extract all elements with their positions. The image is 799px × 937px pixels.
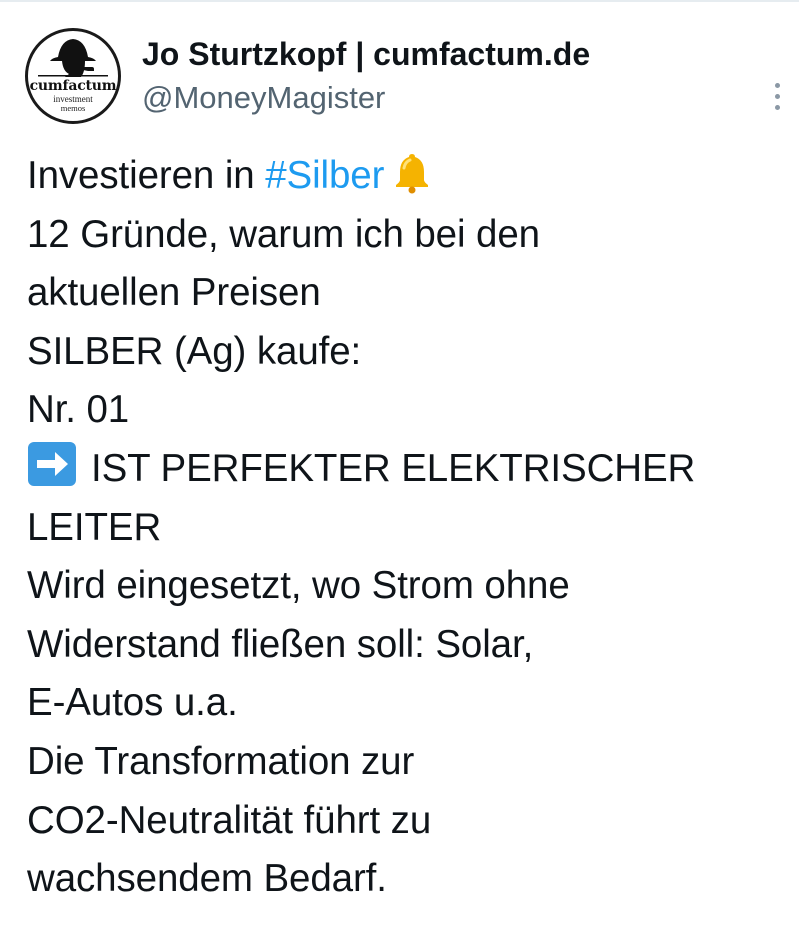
hashtag-link[interactable]: #Silber <box>265 154 384 197</box>
tweet-line: LEITER <box>27 505 162 549</box>
tweet-line-text: Investieren in <box>27 154 266 197</box>
tweet-line: Wird eingesetzt, wo Strom ohne <box>27 564 570 608</box>
tweet-text: Investieren in #Silber 12 Gründe, warum … <box>27 147 787 909</box>
user-handle[interactable]: @MoneyMagister <box>142 78 385 118</box>
tweet-line-text: IST PERFEKTER ELEKTRISCHER <box>91 446 696 490</box>
tweet-line: Widerstand fließen soll: Solar, <box>27 622 534 666</box>
tweet-line: SILBER (Ag) kaufe: <box>27 329 362 373</box>
tweet-line: 12 Gründe, warum ich bei den <box>27 212 540 256</box>
more-options-button[interactable] <box>764 79 792 115</box>
top-divider <box>0 0 799 2</box>
right-arrow-icon <box>27 441 77 487</box>
tweet-line: Nr. 01 <box>27 388 130 432</box>
tweet-line: IST PERFEKTER ELEKTRISCHER <box>27 440 787 499</box>
tweet-line: Investieren in #Silber <box>27 147 787 206</box>
tweet-line: CO2-Neutralität führt zu <box>27 798 432 842</box>
display-name[interactable]: Jo Sturtzkopf | cumfactum.de <box>142 34 590 74</box>
tweet-line: E-Autos u.a. <box>27 681 238 725</box>
tweet-line: aktuellen Preisen <box>27 271 321 315</box>
avatar-sub-text-2: memos <box>60 103 86 113</box>
tweet-line: wachsendem Bedarf. <box>27 857 387 901</box>
avatar-brand-text: cumfactum <box>29 78 117 94</box>
tweet-header: cumfactum investment memos Jo Sturtzkopf… <box>25 28 780 128</box>
bell-icon <box>390 150 434 194</box>
avatar[interactable]: cumfactum investment memos <box>25 28 121 124</box>
tweet-line: Die Transformation zur <box>27 739 415 783</box>
